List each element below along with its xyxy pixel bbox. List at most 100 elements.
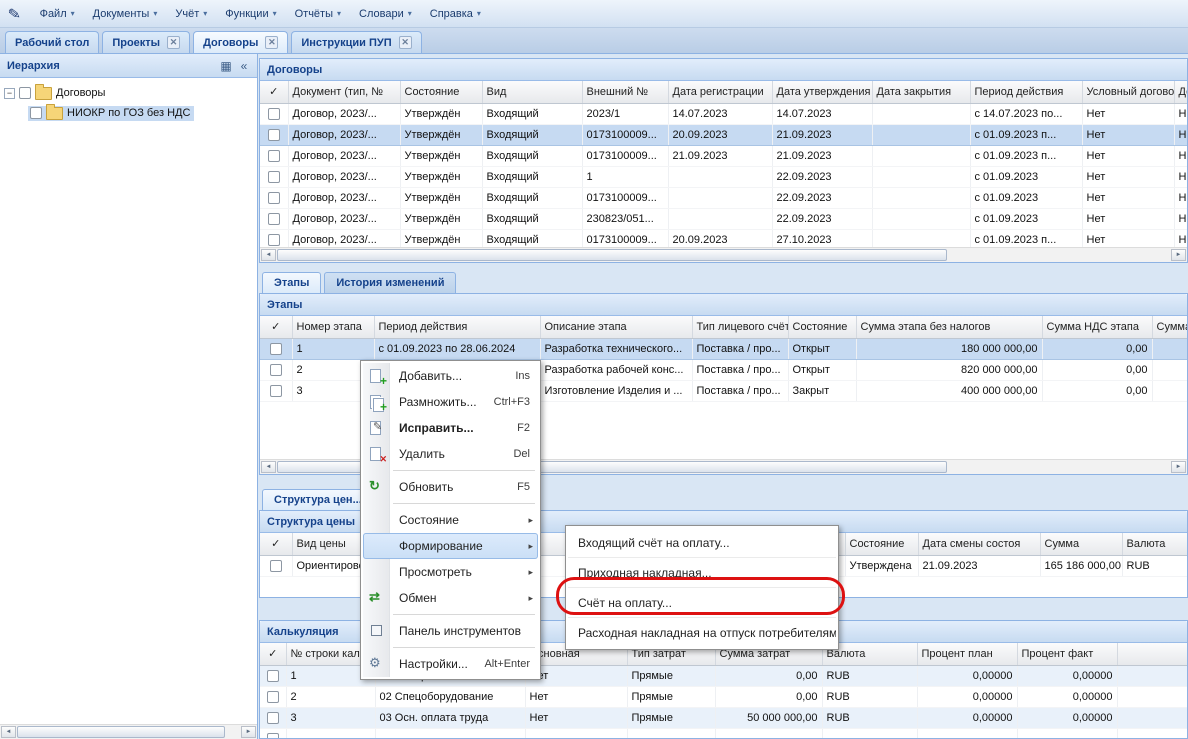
- column-header[interactable]: Номер этапа: [292, 316, 374, 338]
- row-checkbox[interactable]: [268, 213, 280, 225]
- scroll-right-icon[interactable]: ►: [1171, 461, 1186, 473]
- scroll-left-icon[interactable]: ◄: [1, 726, 16, 738]
- close-icon[interactable]: ✕: [167, 36, 180, 49]
- menu-item-state[interactable]: Состояние ▸: [363, 507, 538, 533]
- column-header[interactable]: Сумма этапа без налогов: [856, 316, 1042, 338]
- tab-projects[interactable]: Проекты✕: [102, 31, 190, 53]
- row-checkbox[interactable]: [270, 560, 282, 572]
- menu-item-delete[interactable]: ✕ Удалить Del: [363, 441, 538, 467]
- column-header[interactable]: Дата регистрации: [668, 81, 772, 103]
- tree-checkbox[interactable]: [30, 107, 42, 119]
- tab-contracts[interactable]: Договоры✕: [193, 31, 288, 53]
- table-row[interactable]: Договор, 2023/...УтверждёнВходящий017310…: [260, 145, 1187, 166]
- table-row[interactable]: Договор, 2023/...УтверждёнВходящий230823…: [260, 208, 1187, 229]
- row-checkbox[interactable]: [267, 733, 279, 738]
- menu-item-add[interactable]: + Добавить... Ins: [363, 363, 538, 389]
- table-row[interactable]: 303 Осн. оплата трудаНетПрямые50 000 000…: [260, 707, 1187, 728]
- column-header[interactable]: Тип лицевого счёт: [692, 316, 788, 338]
- menu-item-generation[interactable]: Формирование ▸: [363, 533, 538, 559]
- menubar-file[interactable]: Файл▾: [31, 4, 84, 24]
- menubar-dictionaries[interactable]: Словари▾: [350, 4, 421, 24]
- row-checkbox[interactable]: [267, 712, 279, 724]
- column-header[interactable]: Сумма эт...: [1152, 316, 1187, 338]
- column-header[interactable]: Вид: [482, 81, 582, 103]
- column-header[interactable]: [1117, 643, 1187, 665]
- column-header[interactable]: ✓: [260, 81, 288, 103]
- column-header[interactable]: Дата закрытия: [872, 81, 970, 103]
- tab-desktop[interactable]: Рабочий стол: [5, 31, 99, 53]
- row-checkbox[interactable]: [268, 129, 280, 141]
- menu-item-edit[interactable]: ✎ Исправить... F2: [363, 415, 538, 441]
- tree-node-niokr[interactable]: НИОКР по ГОЗ без НДС: [28, 103, 257, 123]
- table-row[interactable]: 1с 01.09.2023 по 28.06.2024Разработка те…: [260, 338, 1187, 359]
- row-checkbox[interactable]: [268, 234, 280, 246]
- row-checkbox[interactable]: [267, 691, 279, 703]
- column-header[interactable]: Внешний №: [582, 81, 668, 103]
- menubar-reports[interactable]: Отчёты▾: [286, 4, 350, 24]
- table-row[interactable]: [260, 728, 1187, 738]
- column-header[interactable]: Период действия: [374, 316, 540, 338]
- menu-item-toolbar[interactable]: Панель инструментов: [363, 618, 538, 644]
- row-checkbox[interactable]: [267, 670, 279, 682]
- row-checkbox[interactable]: [268, 108, 280, 120]
- tree-selection[interactable]: НИОКР по ГОЗ без НДС: [28, 106, 194, 121]
- collapse-panel-icon[interactable]: «: [235, 57, 253, 75]
- column-header[interactable]: Валюта: [1122, 533, 1187, 555]
- menubar-functions[interactable]: Функции▾: [216, 4, 285, 24]
- tab-change-history[interactable]: История изменений: [324, 272, 456, 293]
- menu-item-view[interactable]: Просмотреть ▸: [363, 559, 538, 585]
- scroll-right-icon[interactable]: ►: [1171, 249, 1186, 261]
- column-header[interactable]: Состояние: [788, 316, 856, 338]
- menu-item-duplicate[interactable]: + Размножить... Ctrl+F3: [363, 389, 538, 415]
- column-header[interactable]: Состояние: [845, 533, 918, 555]
- scroll-left-icon[interactable]: ◄: [261, 249, 276, 261]
- column-header[interactable]: Сумма НДС этапа: [1042, 316, 1152, 338]
- column-header[interactable]: Дата смены состоя: [918, 533, 1040, 555]
- column-header[interactable]: ✓: [260, 643, 286, 665]
- row-checkbox[interactable]: [268, 150, 280, 162]
- row-checkbox[interactable]: [268, 192, 280, 204]
- column-header[interactable]: Документ (тип, №: [288, 81, 400, 103]
- column-header[interactable]: Состояние: [400, 81, 482, 103]
- close-icon[interactable]: ✕: [399, 36, 412, 49]
- menubar-help[interactable]: Справка▾: [421, 4, 490, 24]
- row-checkbox[interactable]: [270, 364, 282, 376]
- column-header[interactable]: ✓: [260, 533, 292, 555]
- tree-checkbox[interactable]: [19, 87, 31, 99]
- column-header[interactable]: Процент факт: [1017, 643, 1117, 665]
- column-header[interactable]: Процент план: [917, 643, 1017, 665]
- column-header[interactable]: Сумма: [1040, 533, 1122, 555]
- scrollbar-thumb[interactable]: [17, 726, 225, 738]
- table-row[interactable]: Договор, 2023/...УтверждёнВходящий122.09…: [260, 166, 1187, 187]
- table-row[interactable]: Договор, 2023/...УтверждёнВходящий2023/1…: [260, 103, 1187, 124]
- tab-price-structure[interactable]: Структура цен...: [262, 489, 374, 510]
- column-header[interactable]: ✓: [260, 316, 292, 338]
- column-header[interactable]: До: [1174, 81, 1187, 103]
- table-row[interactable]: Договор, 2023/...УтверждёнВходящий017310…: [260, 124, 1187, 145]
- table-row[interactable]: 202 СпецоборудованиеНетПрямые0,00RUB0,00…: [260, 686, 1187, 707]
- contracts-horizontal-scrollbar[interactable]: ◄ ►: [260, 247, 1187, 262]
- scroll-right-icon[interactable]: ►: [241, 726, 256, 738]
- row-checkbox[interactable]: [270, 385, 282, 397]
- sidebar-horizontal-scrollbar[interactable]: ◄ ►: [0, 724, 257, 739]
- submenu-item-payment-invoice[interactable]: Счёт на оплату...: [568, 588, 836, 618]
- tab-pup-instructions[interactable]: Инструкции ПУП✕: [291, 31, 421, 53]
- column-header[interactable]: Дата утверждения: [772, 81, 872, 103]
- menu-item-exchange[interactable]: ⇄ Обмен ▸: [363, 585, 538, 611]
- close-icon[interactable]: ✕: [265, 36, 278, 49]
- submenu-item-dispatch-note[interactable]: Расходная накладная на отпуск потребител…: [568, 618, 836, 647]
- submenu-item-incoming-invoice[interactable]: Входящий счёт на оплату...: [568, 528, 836, 558]
- menubar-documents[interactable]: Документы▾: [84, 4, 167, 24]
- scrollbar-thumb[interactable]: [277, 249, 947, 261]
- column-header[interactable]: Условный договор: [1082, 81, 1174, 103]
- menu-item-refresh[interactable]: ↻ Обновить F5: [363, 474, 538, 500]
- filter-grid-icon[interactable]: ▦: [217, 57, 235, 75]
- menu-item-settings[interactable]: ⚙ Настройки... Alt+Enter: [363, 651, 538, 677]
- table-row[interactable]: Договор, 2023/...УтверждёнВходящий017310…: [260, 187, 1187, 208]
- tree-node-contracts[interactable]: − Договоры: [4, 83, 257, 103]
- column-header[interactable]: Описание этапа: [540, 316, 692, 338]
- column-header[interactable]: Период действия: [970, 81, 1082, 103]
- table-row[interactable]: Договор, 2023/...УтверждёнВходящий017310…: [260, 229, 1187, 248]
- submenu-item-receipt-note[interactable]: Приходная накладная...: [568, 558, 836, 588]
- menubar-accounting[interactable]: Учёт▾: [166, 4, 216, 24]
